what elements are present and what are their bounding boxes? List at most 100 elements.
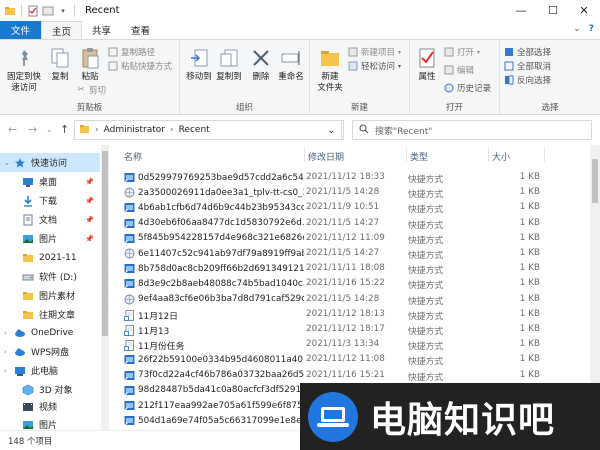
cloud-icon	[14, 346, 26, 358]
file-name: 26f22b59100e0334b95d4608011a401	[138, 354, 304, 365]
nav-item-label: WPS网盘	[31, 348, 70, 358]
table-row[interactable]: 5f845b954228157d4e968c321e6826c 2021/11/1…	[112, 231, 586, 246]
nav-item-7[interactable]: 图片素材	[0, 286, 100, 305]
properties-icon[interactable]	[27, 5, 39, 17]
address-bar[interactable]: › Administrator › Recent	[74, 120, 344, 140]
table-row[interactable]: 8d3e9c2b8aeb48088c74b5bad1040c... 2021/11…	[112, 276, 586, 291]
nav-item-14[interactable]: 图片	[0, 415, 100, 430]
column-divider[interactable]	[406, 148, 407, 162]
column-header-name[interactable]: 名称	[124, 150, 142, 163]
file-date: 2021/11/16 15:22	[306, 278, 385, 289]
chevron-right-icon[interactable]: ›	[4, 329, 14, 337]
navigation-pane: ⌄ 快速访问 桌面 📌 下载 📌 文档 📌 图片 📌 2021-11 软件 (D:) 图片素材 往期文章 ›…	[0, 145, 110, 430]
copy-to-icon	[217, 46, 241, 70]
nav-scrollbar[interactable]	[101, 145, 109, 430]
folder-icon	[22, 309, 34, 321]
table-row[interactable]: 4d30eb6f06aa8477dc1d5830792e6d... 2021/11…	[112, 216, 586, 231]
tab-view[interactable]: 查看	[121, 21, 160, 39]
table-row[interactable]: 11月份任务 2021/11/3 13:34 快捷方式 1 KB	[112, 337, 586, 352]
nav-item-5[interactable]: 2021-11	[0, 248, 100, 267]
column-divider[interactable]	[304, 148, 305, 162]
close-button[interactable]: ✕	[568, 0, 600, 21]
recent-locations-button[interactable]: ⌄	[46, 125, 53, 134]
table-row[interactable]: 11月12日 2021/11/12 18:13 快捷方式 1 KB	[112, 307, 586, 322]
chevron-right-icon[interactable]: ›	[4, 367, 14, 375]
column-divider[interactable]	[544, 148, 545, 162]
nav-item-13[interactable]: 视频	[0, 397, 100, 416]
pin-quick-access-button[interactable]: 固定到快 速访问	[4, 46, 44, 94]
back-button[interactable]: ←	[8, 123, 17, 136]
breadcrumb-recent[interactable]: Recent	[179, 125, 210, 135]
new-folder-icon[interactable]	[42, 5, 54, 17]
properties-button[interactable]: 属性	[414, 46, 440, 83]
copy-to-button[interactable]: 复制到	[214, 46, 244, 83]
delete-button[interactable]: 删除	[248, 46, 274, 83]
paste-shortcut-button[interactable]: 粘贴快捷方式	[108, 60, 172, 72]
table-row[interactable]: 0d529979769253bae9d57cdd2a6c541 2021/11/1…	[112, 170, 586, 185]
search-box[interactable]: 搜索"Recent"	[352, 120, 592, 140]
nav-item-2[interactable]: 下载 📌	[0, 191, 100, 210]
nav-item-9[interactable]: › OneDrive	[0, 323, 100, 342]
file-type: 快捷方式	[408, 235, 444, 246]
table-row[interactable]: 4b6ab1cfb6d74d6b9c44b23b95343cc8 2021/11/…	[112, 200, 586, 215]
file-date: 2021/11/3 13:34	[306, 339, 380, 350]
rename-button[interactable]: 重命名	[276, 46, 306, 83]
nav-item-0[interactable]: ⌄ 快速访问	[0, 153, 100, 172]
address-dropdown-button[interactable]: ⌄	[322, 120, 342, 140]
pin-icon: 📌	[85, 196, 94, 205]
open-button[interactable]: 打开 ▾	[444, 46, 480, 58]
column-divider[interactable]	[488, 148, 489, 162]
invert-selection-button[interactable]: 反向选择	[504, 74, 551, 86]
easy-access-button[interactable]: 轻松访问 ▾	[348, 60, 401, 72]
nav-item-10[interactable]: › WPS网盘	[0, 342, 100, 361]
column-header-type[interactable]: 类型	[410, 150, 428, 163]
minimize-button[interactable]: —	[505, 0, 537, 21]
table-row[interactable]: 6e11407c52c941ab97df79a8919ff9ab... 2021/…	[112, 246, 586, 261]
chevron-right-icon[interactable]: ⌄	[4, 159, 14, 167]
item-count: 148 个项目	[8, 436, 53, 447]
edit-button[interactable]: 编辑	[444, 64, 474, 76]
copy-path-button[interactable]: 复制路径	[108, 46, 155, 58]
nav-item-1[interactable]: 桌面 📌	[0, 172, 100, 191]
nav-item-8[interactable]: 往期文章	[0, 305, 100, 324]
copy-button[interactable]: 复制	[46, 46, 74, 83]
nav-item-4[interactable]: 图片 📌	[0, 229, 100, 248]
file-name: 98d28487b5da41c0a80acfcf3df52918...	[138, 385, 304, 396]
table-row[interactable]: 9ef4aa83cf6e06b3ba7d8d791caf529c... 2021/…	[112, 292, 586, 307]
tab-share[interactable]: 共享	[82, 21, 121, 39]
column-header-date[interactable]: 修改日期	[308, 150, 344, 163]
history-icon	[444, 83, 454, 93]
table-row[interactable]: 2a3500026911da0ee3a1_tplv-tt-cs0_3... 202…	[112, 185, 586, 200]
new-folder-button[interactable]: 新建 文件夹	[314, 46, 346, 94]
nav-item-11[interactable]: › 此电脑	[0, 361, 100, 380]
chevron-right-icon[interactable]: ›	[4, 348, 14, 356]
file-size: 1 KB	[519, 308, 540, 319]
file-name-cell: 5f845b954228157d4e968c321e6826c	[124, 233, 304, 244]
paste-button[interactable]: 粘贴	[76, 46, 104, 83]
new-item-button[interactable]: 新建项目 ▾	[348, 46, 401, 58]
chevron-down-icon[interactable]: ⌄	[573, 24, 581, 34]
select-none-button[interactable]: 全部取消	[504, 60, 551, 72]
table-row[interactable]: 26f22b59100e0334b95d4608011a401 2021/11/1…	[112, 352, 586, 367]
table-row[interactable]: 73f0cd22a4cf46b786a03732baa26d5f... 2021/…	[112, 368, 586, 383]
folder-icon	[22, 290, 34, 302]
chevron-down-icon[interactable]: ▾	[57, 5, 69, 17]
table-row[interactable]: 11月13 2021/11/12 18:17 快捷方式 1 KB	[112, 322, 586, 337]
breadcrumb-administrator[interactable]: Administrator	[104, 125, 165, 135]
pin-icon	[12, 46, 36, 70]
cut-button[interactable]: ✂ 剪切	[76, 84, 106, 96]
tab-home[interactable]: 主页	[41, 21, 83, 39]
select-all-button[interactable]: 全部选择	[504, 46, 551, 58]
forward-button[interactable]: →	[28, 123, 37, 136]
up-button[interactable]: ↑	[60, 123, 69, 136]
move-to-button[interactable]: 移动到	[184, 46, 214, 83]
help-icon[interactable]: ?	[589, 24, 594, 34]
nav-item-6[interactable]: 软件 (D:)	[0, 267, 100, 286]
tab-file[interactable]: 文件	[0, 21, 42, 39]
table-row[interactable]: 8b758d0ac8cb209ff66b2d691349121 2021/11/1…	[112, 261, 586, 276]
maximize-button[interactable]: ☐	[537, 0, 569, 21]
history-button[interactable]: 历史记录	[444, 82, 491, 94]
ribbon-tabs: 文件 主页 共享 查看 ⌄ ?	[0, 21, 600, 39]
column-header-size[interactable]: 大小	[492, 150, 510, 163]
nav-item-3[interactable]: 文档 📌	[0, 210, 100, 229]
